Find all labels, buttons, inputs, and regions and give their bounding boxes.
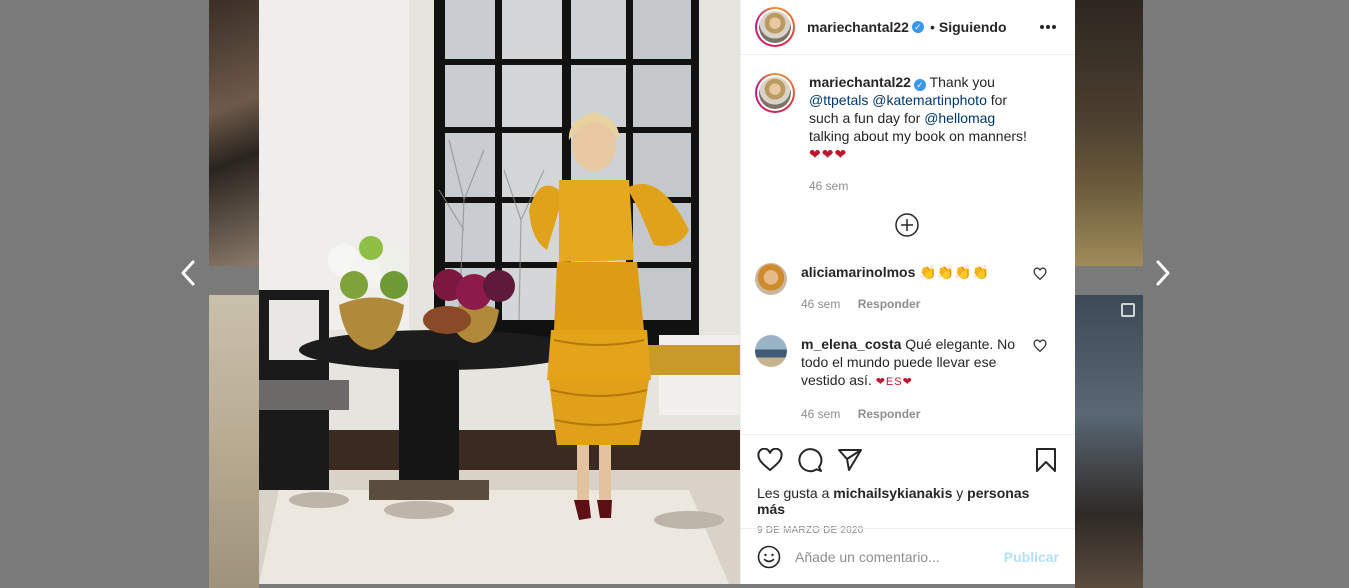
publish-comment-button[interactable]: Publicar: [1004, 549, 1059, 565]
commenter-avatar[interactable]: [755, 335, 787, 367]
author-username[interactable]: mariechantal22: [807, 19, 909, 35]
post-header: mariechantal22 ✓ • Siguiendo: [741, 0, 1075, 55]
comment-bubble-icon[interactable]: [797, 447, 823, 473]
multiple-posts-icon: [1121, 303, 1135, 317]
emoji-smiley-icon[interactable]: [757, 545, 781, 569]
load-more-comments-icon[interactable]: [755, 213, 1059, 237]
background-post-thumbnail: [209, 295, 259, 588]
heart-emoji: ❤❤❤: [809, 146, 848, 162]
post-actions: Les gusta a michailsykianakis y personas…: [741, 434, 1075, 536]
next-post-arrow-icon[interactable]: [1149, 259, 1177, 287]
liker-username[interactable]: michailsykianakis: [833, 485, 952, 501]
likes-summary: Les gusta a michailsykianakis y personas…: [757, 485, 1059, 517]
add-comment-bar: Publicar: [741, 528, 1075, 584]
comment-timestamp[interactable]: 46 sem: [801, 297, 840, 311]
post-photo[interactable]: [259, 0, 740, 584]
commenter-username[interactable]: aliciamarinolmos: [801, 264, 915, 280]
background-post-thumbnail: [209, 0, 259, 266]
caption-author-avatar[interactable]: [755, 73, 795, 113]
header-separator: •: [929, 19, 935, 35]
caption-text: Thank you: [929, 74, 995, 90]
post-details-panel: mariechantal22 ✓ • Siguiendo mariechanta…: [740, 0, 1075, 584]
caption-username[interactable]: mariechantal22: [809, 74, 911, 90]
following-status-button[interactable]: Siguiendo: [939, 19, 1007, 35]
background-post-thumbnail: [1075, 295, 1143, 588]
mention-link[interactable]: @hellomag: [924, 110, 995, 126]
clapping-emoji: 👏👏👏👏: [919, 264, 990, 280]
caption-timestamp[interactable]: 46 sem: [809, 179, 848, 193]
post-caption: mariechantal22 ✓ Thank you @ttpetals @kat…: [755, 73, 1059, 195]
comment-like-heart-icon[interactable]: [1033, 339, 1047, 353]
likes-prefix: Les gusta a: [757, 485, 830, 501]
mention-link[interactable]: @ttpetals: [809, 92, 868, 108]
save-bookmark-icon[interactable]: [1033, 447, 1059, 473]
mention-link[interactable]: @katemartinphoto: [872, 92, 987, 108]
verified-badge-icon: ✓: [911, 21, 924, 33]
heart-emoji: ❤ES❤: [875, 376, 913, 388]
commenter-username[interactable]: m_elena_costa: [801, 336, 901, 352]
likes-joiner: y: [956, 485, 964, 501]
comments-list: mariechantal22 ✓ Thank you @ttpetals @kat…: [741, 55, 1075, 434]
more-options-icon[interactable]: [1037, 16, 1059, 38]
reply-button[interactable]: Responder: [858, 297, 921, 311]
comment-like-heart-icon[interactable]: [1033, 267, 1047, 281]
author-avatar[interactable]: [755, 7, 795, 47]
post-photo-illustration: [259, 0, 740, 584]
like-heart-icon[interactable]: [757, 447, 783, 473]
comment-timestamp[interactable]: 46 sem: [801, 407, 840, 421]
reply-button[interactable]: Responder: [858, 407, 921, 421]
verified-badge-icon: ✓: [913, 79, 926, 91]
commenter-avatar[interactable]: [755, 263, 787, 295]
share-paper-plane-icon[interactable]: [837, 447, 863, 473]
previous-post-arrow-icon[interactable]: [174, 259, 202, 287]
caption-text: talking about my book on manners!: [809, 128, 1027, 144]
background-post-thumbnail: [1075, 0, 1143, 266]
comment-input[interactable]: [795, 548, 995, 565]
comment-item: aliciamarinolmos 👏👏👏👏 46 sem Responder: [755, 263, 1059, 313]
comment-item: m_elena_costa Qué elegante. No todo el m…: [755, 335, 1059, 423]
